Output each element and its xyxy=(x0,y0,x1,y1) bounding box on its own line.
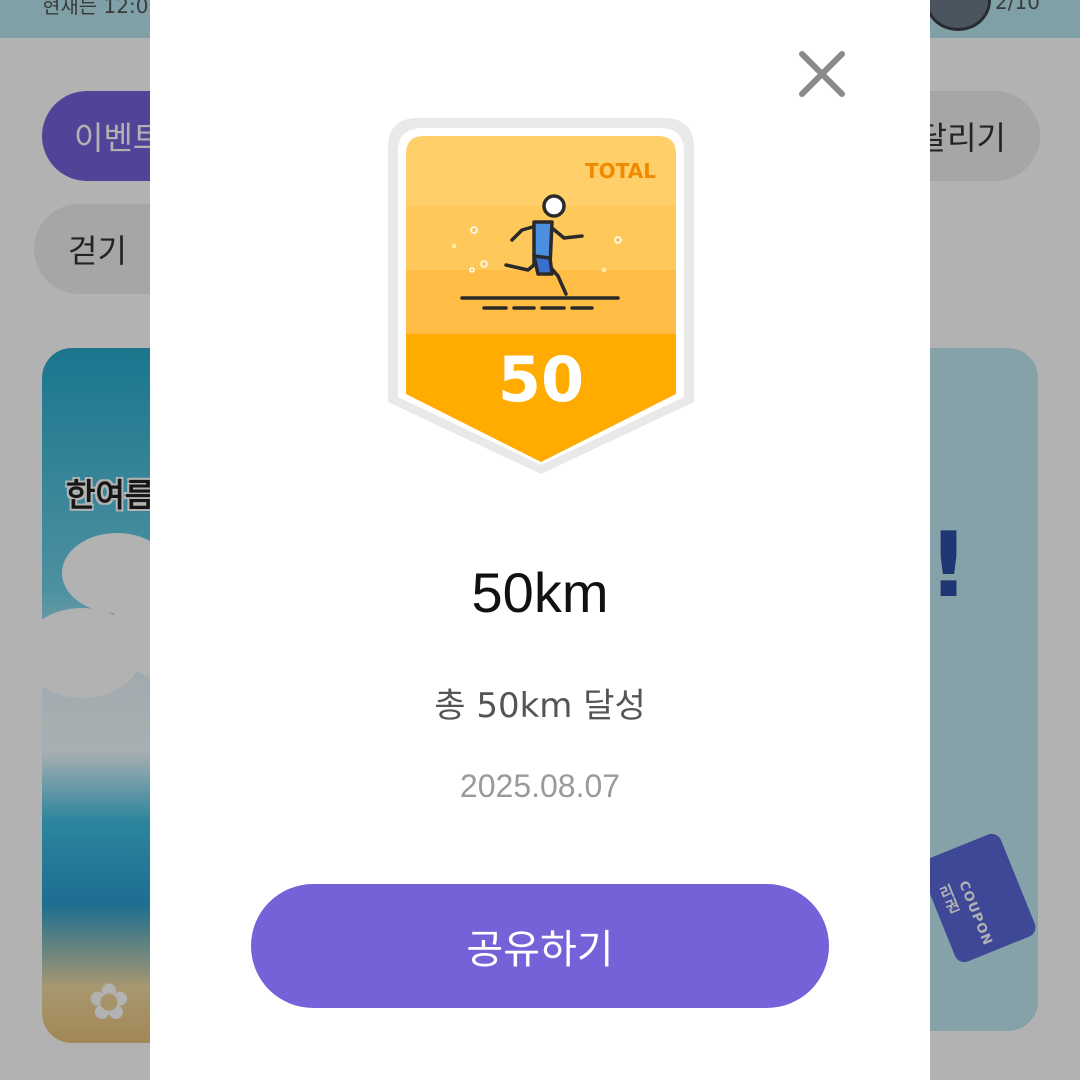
close-button[interactable] xyxy=(794,46,850,102)
achievement-date: 2025.08.07 xyxy=(459,768,621,804)
share-button[interactable]: 공유하기 xyxy=(251,884,829,1008)
badge-number: 50 xyxy=(498,343,584,416)
achievement-badge: TOTAL 50 xyxy=(388,118,694,474)
achievement-modal: TOTAL 50 50km 총 50km 달성 2025.08.07 공유하기 xyxy=(150,0,930,1080)
badge-label: TOTAL xyxy=(585,159,656,183)
achievement-title: 50km xyxy=(471,561,609,624)
achievement-description: 총 50km 달성 xyxy=(434,686,646,726)
close-icon xyxy=(799,51,845,97)
